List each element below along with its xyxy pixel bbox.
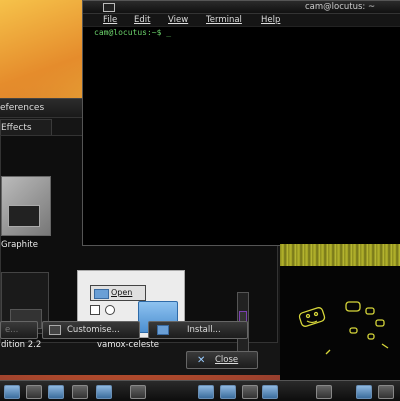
desktop-doodle-area xyxy=(280,244,400,380)
wallpaper-glow xyxy=(0,0,90,110)
remove-button[interactable]: e... xyxy=(0,321,38,339)
taskbar-window-icon[interactable] xyxy=(130,385,146,399)
taskbar-tray-icon-3[interactable] xyxy=(242,385,258,399)
close-label: Close xyxy=(215,355,239,365)
menu-file[interactable]: File xyxy=(103,15,117,25)
taskbar-tray-icon-6[interactable] xyxy=(356,385,372,399)
taskbar-launcher-icon-5[interactable] xyxy=(96,385,112,399)
prefs-title: eferences xyxy=(0,103,45,113)
taskbar-launcher-icon-1[interactable] xyxy=(4,385,20,399)
customise-label: Customise... xyxy=(67,325,120,335)
menu-edit[interactable]: Edit xyxy=(134,15,150,25)
terminal-icon xyxy=(103,3,115,12)
remove-label: e... xyxy=(5,325,19,335)
taskbar-launcher-icon-2[interactable] xyxy=(26,385,42,399)
install-button[interactable]: Install... xyxy=(148,321,248,339)
folder-icon xyxy=(94,289,109,299)
theme-label-vamox-celeste: vamox-celeste xyxy=(97,340,160,350)
open-label: Open xyxy=(111,288,133,297)
customise-button[interactable]: Customise... xyxy=(42,321,140,339)
close-icon: ✕ xyxy=(197,355,206,366)
theme-label-graphite: Graphite xyxy=(1,240,38,250)
tab-effects-label: Effects xyxy=(1,123,32,133)
taskbar-launcher-icon-4[interactable] xyxy=(72,385,88,399)
tab-effects[interactable]: Effects xyxy=(0,119,52,136)
checkbox-preview xyxy=(90,305,100,315)
doodle-drawing xyxy=(298,301,389,355)
menu-terminal[interactable]: Terminal xyxy=(206,15,242,25)
theme-thumb-graphite[interactable] xyxy=(1,176,51,236)
radio-preview xyxy=(105,305,115,315)
customise-icon xyxy=(49,325,61,335)
terminal-titlebar[interactable]: cam@locutus: ~ xyxy=(83,1,400,14)
taskbar-tray-icon-4[interactable] xyxy=(262,385,278,399)
taskbar-tray-icon-1[interactable] xyxy=(198,385,214,399)
terminal-title: cam@locutus: ~ xyxy=(305,2,376,12)
taskbar-tray-icon-5[interactable] xyxy=(316,385,332,399)
terminal-body[interactable]: cam@locutus:~$ _ xyxy=(83,27,400,245)
open-button-preview: Open xyxy=(90,285,146,301)
terminal-window: cam@locutus: ~ File Edit View Terminal H… xyxy=(82,0,400,246)
graphite-preview xyxy=(8,205,40,227)
close-button[interactable]: ✕ Close xyxy=(186,351,258,369)
theme-label-edition: dition 2.2 xyxy=(1,340,42,350)
taskbar xyxy=(0,380,400,401)
menu-help[interactable]: Help xyxy=(261,15,280,25)
taskbar-tray-icon-7[interactable] xyxy=(378,385,394,399)
terminal-prompt: cam@locutus:~$ _ xyxy=(94,28,172,37)
install-label: Install... xyxy=(187,325,221,335)
taskbar-launcher-icon-3[interactable] xyxy=(48,385,64,399)
menu-view[interactable]: View xyxy=(168,15,188,25)
taskbar-tray-icon-2[interactable] xyxy=(220,385,236,399)
install-folder-icon xyxy=(157,325,169,335)
terminal-menubar: File Edit View Terminal Help xyxy=(83,14,400,27)
